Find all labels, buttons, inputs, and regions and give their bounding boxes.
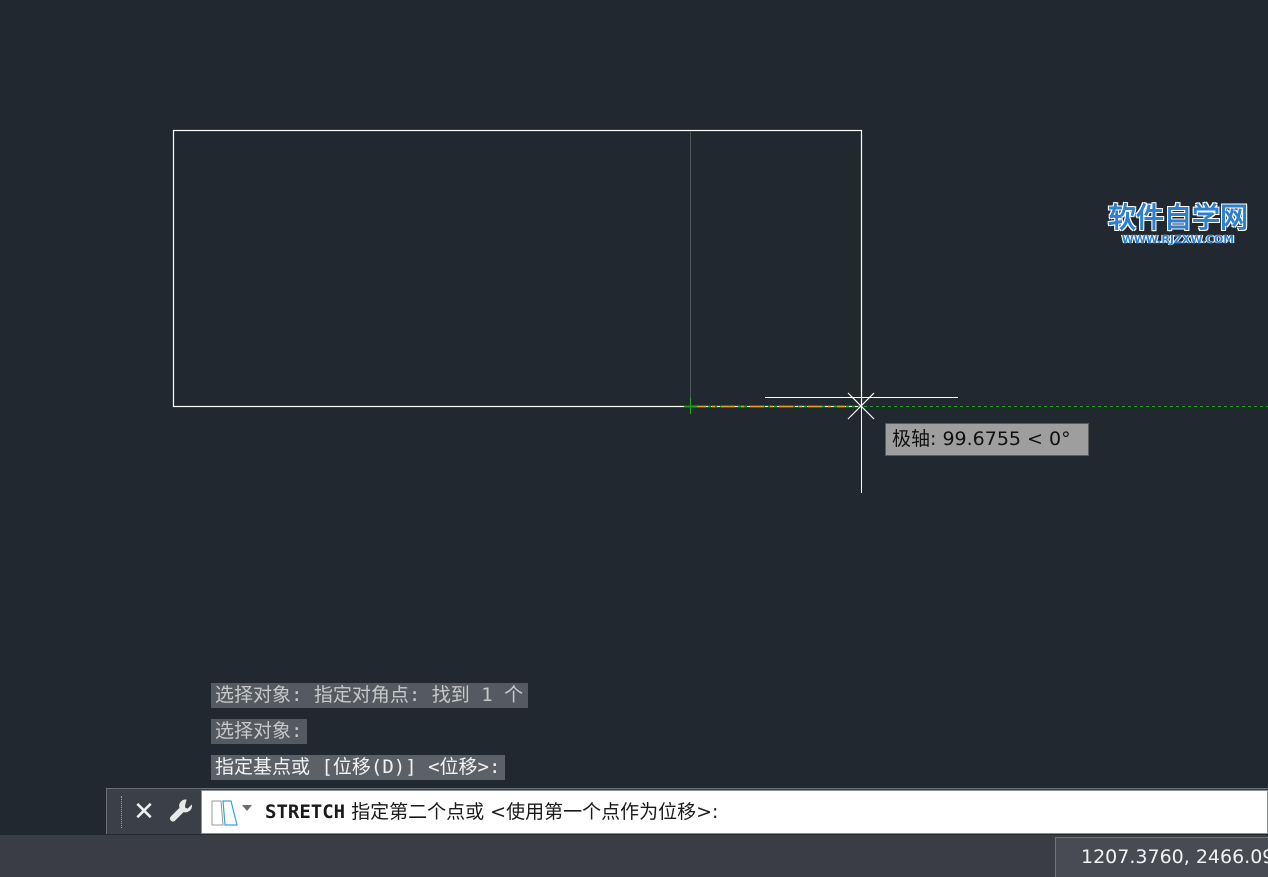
history-line: 指定基点或 [位移(D)] <位移>:	[211, 755, 506, 780]
history-line: 选择对象: 指定对角点: 找到 1 个	[211, 683, 529, 708]
status-bar: 1207.3760, 2466.0960	[0, 835, 1268, 877]
chevron-down-icon[interactable]	[242, 805, 252, 811]
crosshair-cursor-icon	[765, 300, 958, 493]
command-line-bar: ✕ STRETCH 指定第二个点或 <使用第一个点作为位移>:	[106, 788, 1268, 834]
drag-handle[interactable]	[121, 796, 125, 828]
recent-commands-icon[interactable]	[209, 797, 239, 827]
wrench-icon[interactable]	[167, 797, 195, 827]
command-prompt-text: 指定第二个点或 <使用第一个点作为位移>:	[345, 801, 719, 823]
watermark-title: 软件自学网	[1107, 201, 1248, 234]
drawing-area	[172, 129, 1268, 493]
polar-tooltip: 极轴: 99.6755 < 0°	[885, 423, 1089, 456]
rectangle-outline	[172, 129, 863, 408]
history-line: 选择对象:	[211, 719, 308, 744]
drawing-canvas[interactable]: 软件自学网 WWW.RJZXW.COM 极轴: 99.6755 < 0° 选择对…	[0, 0, 1268, 835]
watermark-url: WWW.RJZXW.COM	[1121, 233, 1235, 246]
command-history: 选择对象: 指定对角点: 找到 1 个 选择对象: 指定基点或 [位移(D)] …	[211, 683, 529, 791]
command-input[interactable]: STRETCH 指定第二个点或 <使用第一个点作为位移>:	[201, 790, 1268, 834]
command-name: STRETCH	[265, 801, 346, 823]
close-icon[interactable]: ✕	[131, 798, 157, 826]
command-prompt: STRETCH 指定第二个点或 <使用第一个点作为位移>:	[265, 791, 718, 833]
coordinate-readout[interactable]: 1207.3760, 2466.0960	[1055, 837, 1268, 877]
watermark-logo: 软件自学网 WWW.RJZXW.COM	[1103, 202, 1253, 246]
